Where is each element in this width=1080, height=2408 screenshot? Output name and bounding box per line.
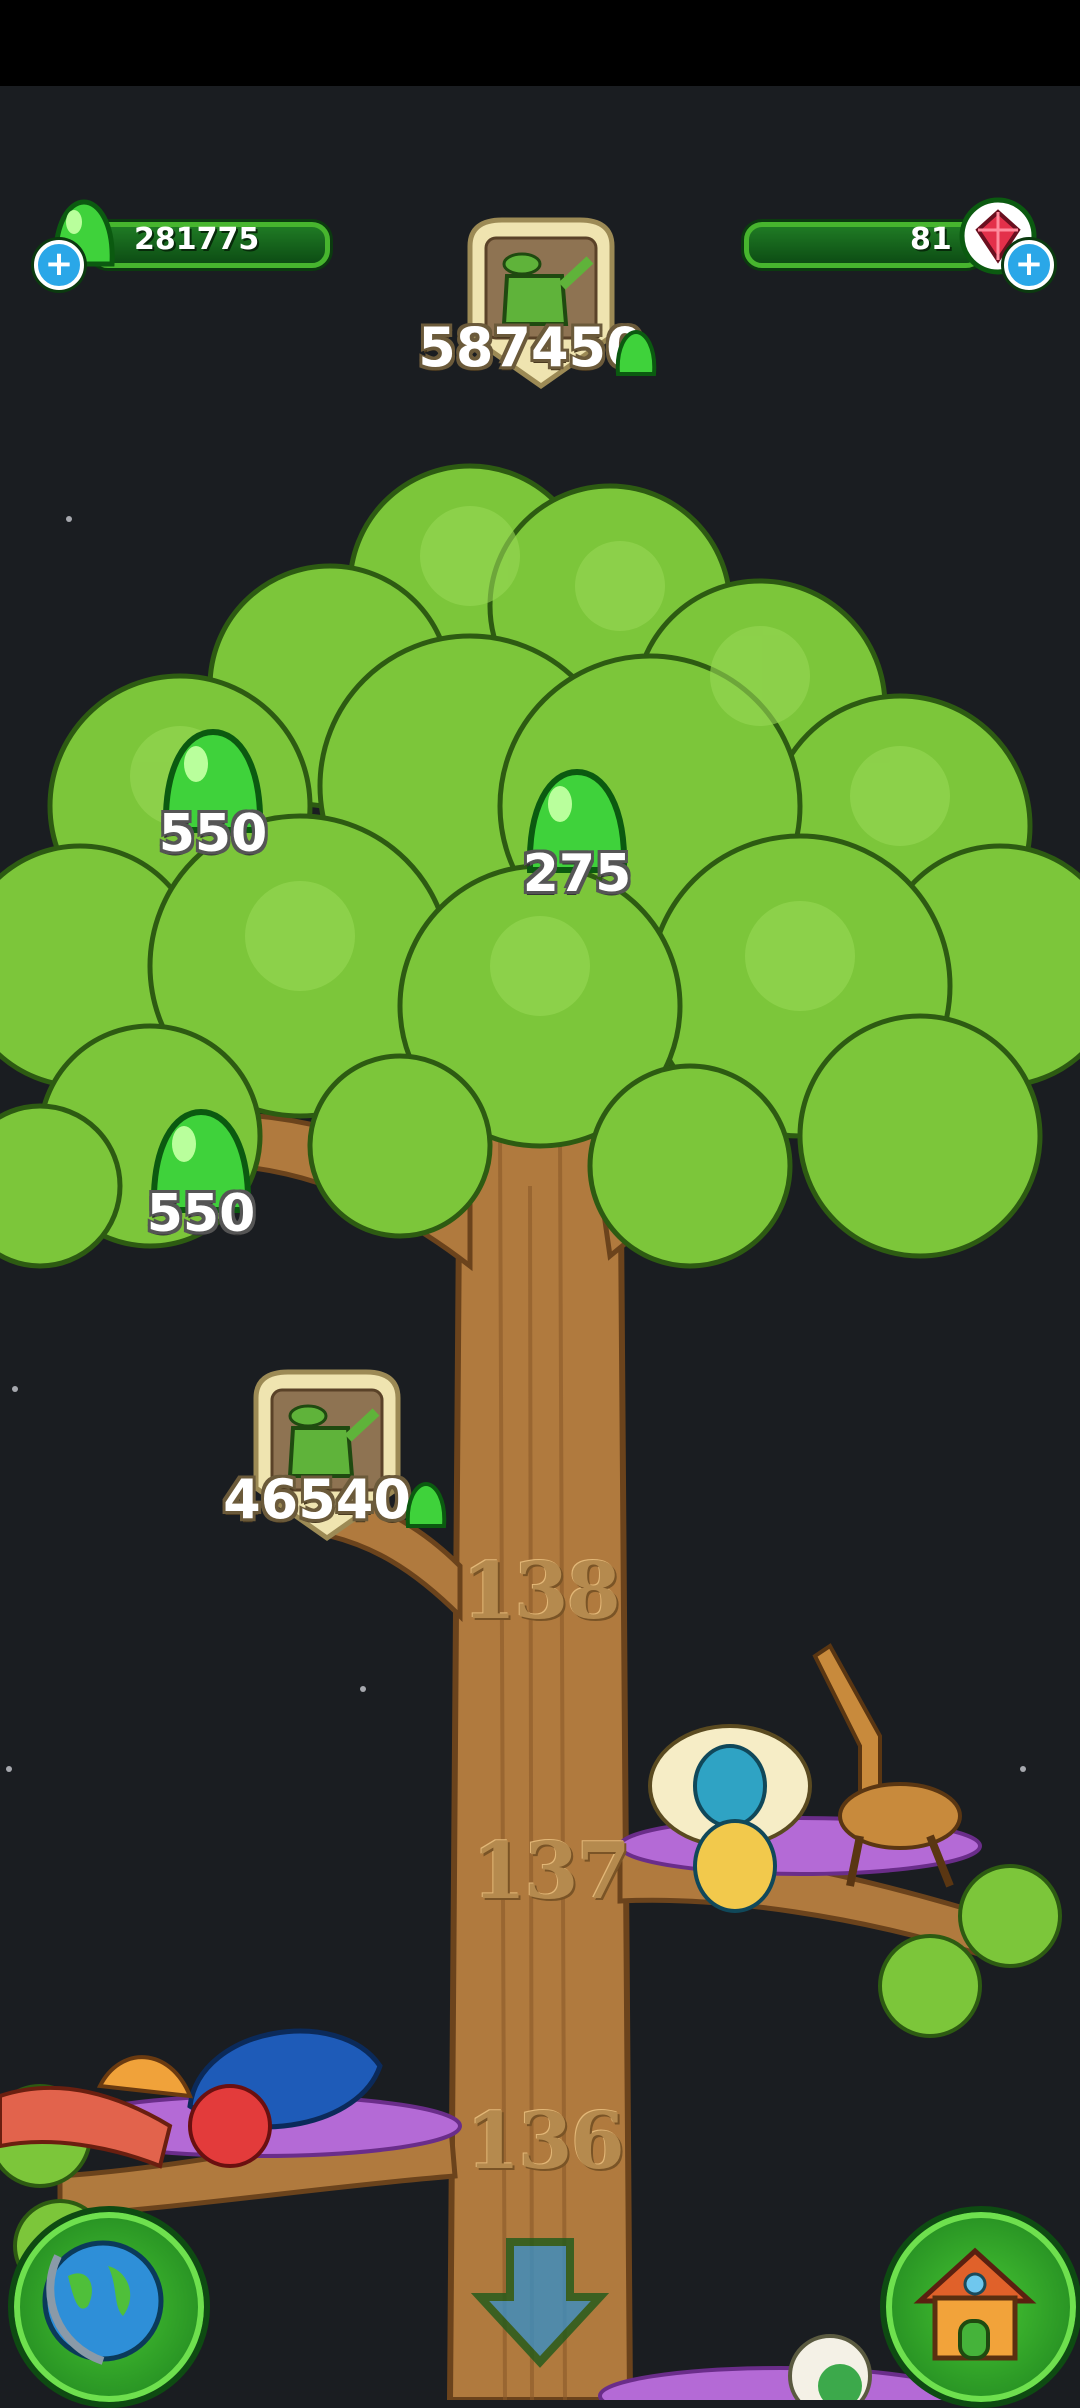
jelly-icon bbox=[405, 1481, 447, 1528]
down-arrow-icon bbox=[470, 2238, 610, 2368]
watering-can-upgrade-mid[interactable]: 46540 bbox=[223, 1368, 447, 1543]
home-button[interactable] bbox=[880, 2206, 1080, 2408]
level-number: 137 bbox=[472, 1826, 631, 1917]
gem-count: 81 bbox=[910, 222, 952, 257]
watering-can-upgrade-top[interactable]: 587450 bbox=[418, 216, 657, 391]
status-bar bbox=[0, 0, 1080, 86]
jelly-pickup[interactable]: 275 bbox=[522, 766, 632, 904]
jelly-count: 281775 bbox=[134, 222, 260, 257]
jelly-pickup-value: 275 bbox=[522, 844, 632, 904]
level-number: 138 bbox=[462, 1546, 621, 1637]
mid-upgrade-price: 46540 bbox=[223, 1468, 411, 1531]
add-jelly-button[interactable]: + bbox=[34, 240, 84, 290]
globe-icon bbox=[42, 2240, 164, 2365]
gem-currency-bar: 81 + bbox=[730, 197, 1060, 290]
house-icon bbox=[913, 2247, 1037, 2361]
jelly-currency-bar: 281775 + bbox=[30, 199, 350, 290]
world-map-button[interactable] bbox=[8, 2206, 210, 2408]
jelly-icon bbox=[615, 329, 657, 376]
scroll-down-button[interactable] bbox=[470, 2232, 610, 2372]
top-upgrade-price: 587450 bbox=[418, 316, 644, 379]
jelly-pickup-value: 550 bbox=[158, 804, 268, 864]
jelly-pickup[interactable]: 550 bbox=[158, 726, 268, 864]
level-number: 136 bbox=[466, 2096, 625, 2187]
game-scene: 281775 + 81 + 587450 550 275 550 46540 1… bbox=[0, 86, 1080, 2408]
jelly-pickup[interactable]: 550 bbox=[146, 1106, 256, 1244]
add-gems-button[interactable]: + bbox=[1004, 240, 1054, 290]
jelly-pickup-value: 550 bbox=[146, 1184, 256, 1244]
